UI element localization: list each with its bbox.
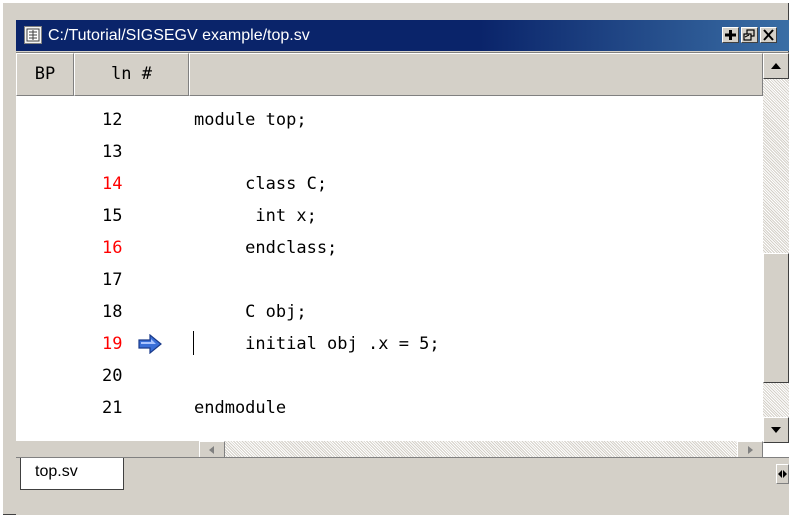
code-text[interactable]: endmodule	[194, 392, 286, 424]
code-line-row[interactable]: 12 module top;	[16, 104, 763, 136]
close-window-button[interactable]	[760, 27, 777, 43]
bp-column-header[interactable]: BP	[16, 53, 74, 96]
breakpoint-line-number[interactable]: 16	[102, 232, 152, 264]
code-line-row[interactable]: 20	[16, 360, 763, 392]
line-number[interactable]: 17	[102, 264, 152, 296]
code-line-row[interactable]: 16 endclass;	[16, 232, 763, 264]
line-number[interactable]: 13	[102, 136, 152, 168]
vertical-scroll-thumb[interactable]	[763, 253, 789, 383]
code-text[interactable]: module top;	[194, 104, 307, 136]
vertical-scrollbar[interactable]	[763, 53, 789, 443]
source-pane: BP ln # 12 module top; 13 14 class C; 15 int…	[16, 52, 789, 458]
breakpoint-line-number[interactable]: 14	[102, 168, 152, 200]
code-line-row[interactable]: 13	[16, 136, 763, 168]
scroll-left-button[interactable]	[199, 441, 225, 458]
line-number[interactable]: 18	[102, 296, 152, 328]
dock-plus-button[interactable]	[722, 27, 739, 43]
code-text[interactable]: C obj;	[194, 296, 306, 328]
hscroll-left-spacer	[16, 441, 199, 458]
code-line-row[interactable]: 21 endmodule	[16, 392, 763, 424]
source-column-header[interactable]	[189, 53, 763, 96]
code-line-row[interactable]: 18 C obj;	[16, 296, 763, 328]
current-execution-arrow-icon	[138, 334, 162, 354]
code-line-row[interactable]: 17	[16, 264, 763, 296]
file-tab-strip: top.sv	[16, 457, 789, 515]
source-file-icon	[24, 26, 42, 44]
scroll-right-button[interactable]	[737, 441, 763, 458]
line-number[interactable]: 21	[102, 392, 152, 424]
code-line-row[interactable]: 15 int x;	[16, 200, 763, 232]
code-text[interactable]: endclass;	[194, 232, 337, 264]
source-window: C:/Tutorial/SIGSEGV example/top.sv BP ln	[2, 2, 789, 515]
tab-top-sv[interactable]: top.sv	[20, 458, 124, 490]
window-title: C:/Tutorial/SIGSEGV example/top.sv	[48, 27, 310, 44]
line-number[interactable]: 12	[102, 104, 152, 136]
line-number[interactable]: 15	[102, 200, 152, 232]
line-number-column-header[interactable]: ln #	[74, 53, 189, 96]
code-line-row[interactable]: 14 class C;	[16, 168, 763, 200]
line-number[interactable]: 20	[102, 360, 152, 392]
code-text[interactable]: class C;	[194, 168, 327, 200]
scroll-up-button[interactable]	[763, 53, 789, 79]
title-bar[interactable]: C:/Tutorial/SIGSEGV example/top.sv	[16, 20, 789, 51]
code-text[interactable]: initial obj .x = 5;	[194, 328, 439, 360]
column-header-row: BP ln #	[16, 53, 763, 96]
current-line-row[interactable]: 19 initial obj .x = 5;	[16, 328, 763, 360]
tab-scroll-icon	[778, 470, 787, 478]
horizontal-scrollbar[interactable]	[199, 441, 763, 458]
code-text[interactable]: int x;	[194, 200, 316, 232]
tab-scroll-arrows[interactable]	[776, 464, 789, 484]
scroll-down-button[interactable]	[763, 417, 789, 443]
restore-window-button[interactable]	[741, 27, 758, 43]
source-code-area[interactable]: 12 module top; 13 14 class C; 15 int x; 16 en…	[16, 96, 763, 441]
